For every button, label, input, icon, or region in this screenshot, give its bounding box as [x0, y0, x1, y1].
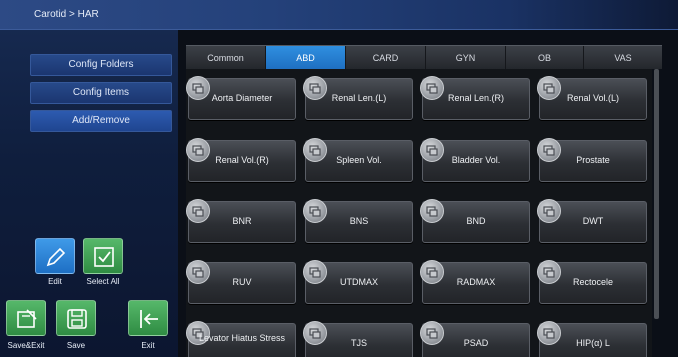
measurement-item-label: Renal Vol.(R)	[215, 155, 269, 165]
measurement-item[interactable]: Bladder Vol.	[420, 138, 530, 182]
edit-button[interactable]	[35, 238, 75, 274]
breadcrumb: Carotid > HAR	[34, 9, 99, 20]
measurement-item-label: Spleen Vol.	[336, 155, 382, 165]
checkbox-icon	[94, 247, 114, 267]
measurement-item-label: DWT	[582, 216, 604, 226]
select-all-label: Select All	[86, 277, 120, 286]
measurement-item[interactable]: Renal Len.(L)	[303, 76, 413, 120]
measurement-item[interactable]: Levator Hiatus Stress	[186, 321, 296, 357]
measurement-item[interactable]: RADMAX	[420, 260, 530, 304]
measurement-item-label: BND	[466, 216, 486, 226]
config-items-button[interactable]: Config Items	[30, 82, 172, 104]
measurement-item[interactable]: DWT	[537, 199, 647, 243]
save-exit-button[interactable]	[6, 300, 46, 336]
measurement-item[interactable]: BNR	[186, 199, 296, 243]
measurement-item-label: Renal Len.(R)	[447, 93, 505, 103]
category-tabs: Common ABD CARD GYN OB VAS	[186, 45, 662, 70]
save-button[interactable]	[56, 300, 96, 336]
floppy-disk-icon	[67, 309, 87, 329]
measurement-item-label: RUV	[232, 277, 252, 287]
measurement-item-label: Levator Hiatus Stress	[198, 333, 286, 343]
scrollbar[interactable]	[654, 69, 659, 319]
measurement-item[interactable]: Aorta Diameter	[186, 76, 296, 120]
measurement-item[interactable]: HIP(α) L	[537, 321, 647, 357]
measurement-item-label: Renal Vol.(L)	[566, 93, 620, 103]
save-exit-icon	[17, 309, 37, 328]
config-folders-button[interactable]: Config Folders	[30, 54, 172, 76]
measurement-item-label: BNR	[232, 216, 252, 226]
exit-button[interactable]	[128, 300, 168, 336]
measurement-item-label: BNS	[349, 216, 369, 226]
save-label: Save	[66, 341, 86, 350]
main-panel: Common ABD CARD GYN OB VAS Aorta Diamete…	[178, 30, 678, 357]
tab-vas[interactable]: VAS	[584, 46, 662, 70]
measurement-item-label: PSAD	[463, 338, 489, 348]
sidebar: Config Folders Config Items Add/Remove E…	[0, 30, 178, 357]
measurement-item-label: HIP(α) L	[576, 338, 610, 348]
measurement-item[interactable]: BND	[420, 199, 530, 243]
tab-gyn[interactable]: GYN	[426, 46, 506, 70]
measurement-item-label: UTDMAX	[340, 277, 378, 287]
measurement-item[interactable]: BNS	[303, 199, 413, 243]
measurement-item[interactable]: UTDMAX	[303, 260, 413, 304]
tab-card[interactable]: CARD	[346, 46, 426, 70]
pencil-icon	[46, 247, 66, 267]
measurement-item[interactable]: Renal Vol.(L)	[537, 76, 647, 120]
tab-abd[interactable]: ABD	[266, 46, 346, 70]
edit-label: Edit	[48, 277, 62, 286]
measurement-item[interactable]: RUV	[186, 260, 296, 304]
save-exit-label: Save&Exit	[7, 341, 45, 350]
title-bar: Carotid > HAR	[0, 0, 678, 30]
measurement-item-label: Renal Len.(L)	[331, 93, 387, 103]
measurement-item[interactable]: Prostate	[537, 138, 647, 182]
measurement-item-label: TJS	[350, 338, 367, 348]
add-remove-button[interactable]: Add/Remove	[30, 110, 172, 132]
measurement-item-label: Rectocele	[572, 277, 614, 287]
measurement-item[interactable]: Renal Vol.(R)	[186, 138, 296, 182]
measurement-item[interactable]: Renal Len.(R)	[420, 76, 530, 120]
measurement-item[interactable]: Spleen Vol.	[303, 138, 413, 182]
measurement-item-label: Bladder Vol.	[451, 155, 501, 165]
measurement-item-label: RADMAX	[456, 277, 496, 287]
select-all-button[interactable]	[83, 238, 123, 274]
measurement-item[interactable]: TJS	[303, 321, 413, 357]
tab-ob[interactable]: OB	[506, 46, 584, 70]
measurement-item-label: Prostate	[576, 155, 610, 165]
measurement-item[interactable]: PSAD	[420, 321, 530, 357]
exit-arrow-icon	[140, 310, 158, 328]
measurement-item[interactable]: Rectocele	[537, 260, 647, 304]
tab-common[interactable]: Common	[186, 46, 266, 70]
measurement-item-label: Aorta Diameter	[211, 93, 273, 103]
exit-label: Exit	[141, 341, 155, 350]
